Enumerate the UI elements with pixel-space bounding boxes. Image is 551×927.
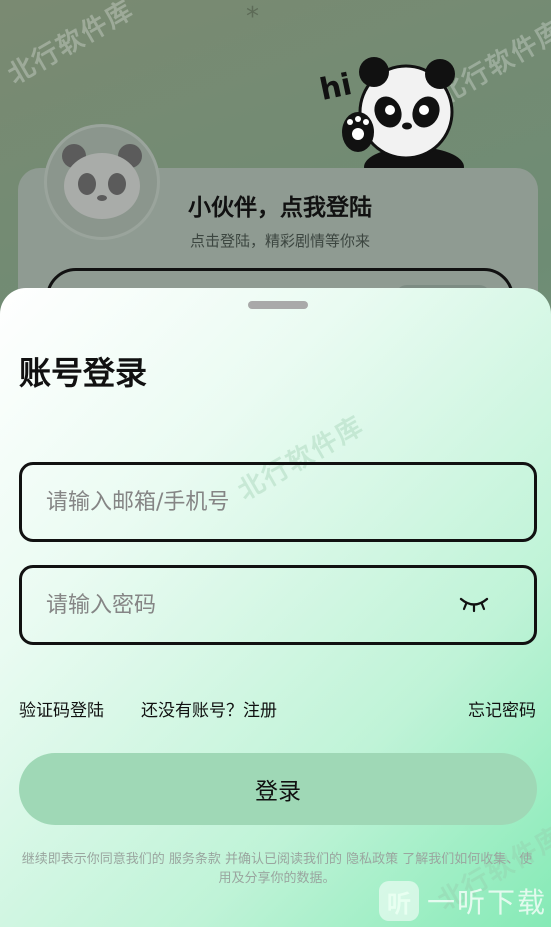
watermark-text: 北行软件库 (3, 0, 140, 91)
login-button[interactable]: 登录 (19, 753, 537, 825)
password-input[interactable] (46, 568, 446, 642)
panda-waving-illustration (342, 57, 464, 172)
email-input[interactable] (46, 465, 446, 539)
card-title: 小伙伴，点我登陆 (188, 195, 372, 221)
avatar[interactable] (44, 124, 160, 240)
card-subtitle: 点击登陆，精彩剧情等你来 (189, 232, 370, 250)
sheet-drag-handle[interactable] (248, 301, 308, 309)
page-title: 账号登录 (19, 354, 148, 392)
sparkle-icon: * (246, 2, 259, 32)
brand-text: 一听下载 (426, 886, 547, 919)
brand-watermark: 听 一听下载 (378, 881, 547, 921)
brand-logo-icon: 听 (378, 881, 419, 921)
sms-login-link[interactable]: 验证码登陆 (19, 696, 104, 721)
register-link[interactable]: 还没有账号？注册 (141, 696, 277, 721)
forgot-password-link[interactable]: 忘记密码 (468, 696, 536, 721)
login-bottom-sheet: 北行软件库 北行软件库 账号登录 验证码登陆 还没有账号？注册 忘记密码 登录 … (0, 288, 551, 927)
eye-closed-icon[interactable] (458, 594, 490, 614)
password-field[interactable] (19, 565, 537, 645)
panda-avatar-icon (62, 144, 142, 219)
email-field[interactable] (19, 462, 537, 542)
